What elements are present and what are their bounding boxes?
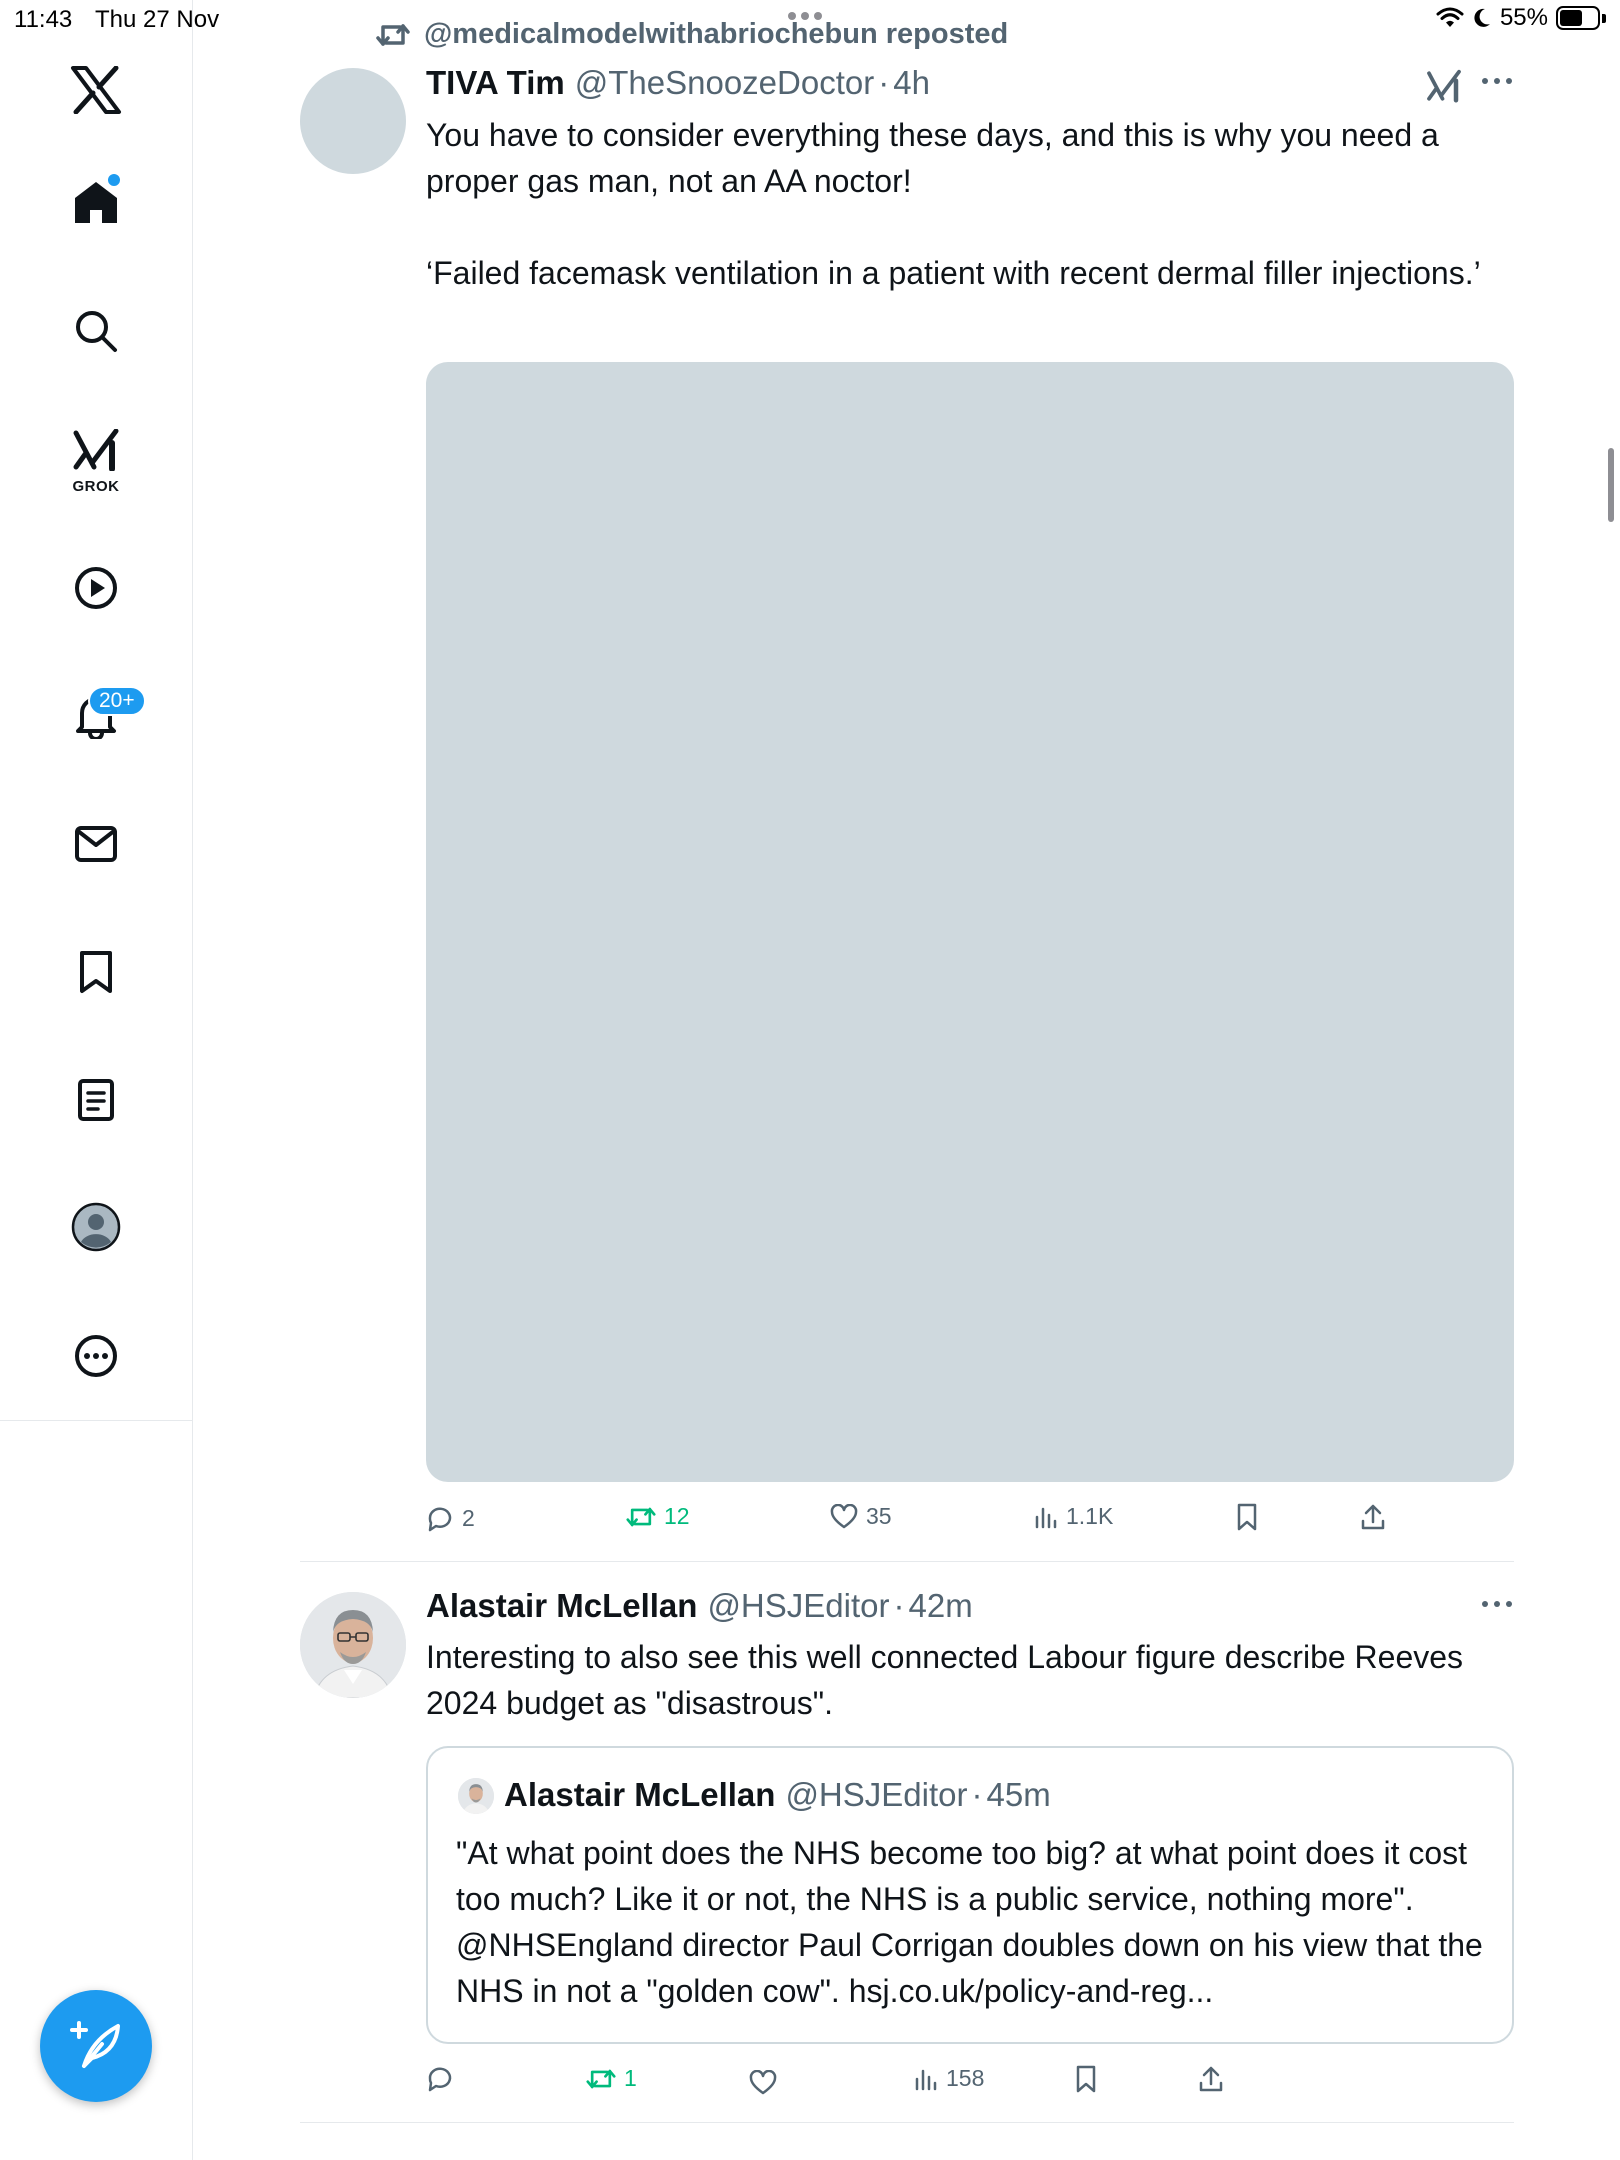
repost-label: @medicalmodelwithabriochebun reposted [424,18,1009,50]
repost-indicator[interactable]: @medicalmodelwithabriochebun reposted [376,18,1008,51]
battery-icon [1556,6,1600,30]
grok-post-icon[interactable] [1426,68,1462,104]
reply-count: 2 [462,1505,475,1531]
analytics-icon [915,2069,937,2090]
quote-author-handle: @HSJEditor [785,1776,968,1813]
repost-count: 12 [664,1503,690,1529]
feather-plus-icon [70,2021,120,2068]
repost-button[interactable]: 1 [586,2065,637,2092]
like-button[interactable] [749,2070,777,2096]
share-button[interactable] [1360,1503,1386,1531]
wifi-icon [1436,7,1464,27]
home-unread-dot [106,172,122,188]
view-count: 1.1K [1066,1503,1114,1529]
like-count: 35 [866,1503,892,1529]
repost-icon [626,1507,656,1526]
like-button[interactable]: 35 [830,1503,892,1530]
view-count: 158 [946,2065,985,2091]
reply-button[interactable] [426,2066,454,2092]
views-button[interactable]: 1.1K [1034,1503,1113,1530]
reply-button[interactable]: 2 [426,1505,475,1532]
grok-label: GROK [72,478,120,495]
quote-author-name: Alastair McLellan [504,1776,776,1813]
separator: · [971,1776,983,1813]
post-more-icon[interactable] [1481,76,1513,86]
share-icon [1199,2066,1223,2092]
x-logo[interactable] [70,66,122,114]
compose-button[interactable] [40,1990,152,2102]
post-header: TIVA Tim @TheSnoozeDoctor · 4h [426,64,930,102]
share-icon [1361,1504,1385,1530]
post-divider [300,2122,1514,2123]
scrollbar[interactable] [1608,448,1614,522]
battery-percent: 55% [1499,4,1548,31]
quote-text: "At what point does the NHS become too b… [456,1835,1483,2009]
analytics-icon [1035,1507,1057,1528]
post-text: You have to consider everything these da… [426,117,1439,199]
quote-time: 45m [986,1776,1051,1813]
status-indicators: 55% [1436,4,1606,32]
views-button[interactable]: 158 [914,2065,984,2092]
messages-icon[interactable] [74,825,118,863]
post-media[interactable] [426,362,1514,1482]
share-button[interactable] [1198,2065,1224,2093]
reply-icon [428,2067,452,2092]
author-name[interactable]: Alastair McLellan [426,1587,697,1625]
separator: · [878,64,890,101]
post-more-icon[interactable] [1481,1599,1513,1609]
lists-icon[interactable] [77,1078,115,1122]
post-time[interactable]: 4h [893,64,930,102]
repost-icon [376,23,410,46]
heart-icon [749,2070,777,2095]
post-divider [300,1561,1514,1562]
sidebar-divider [0,1420,192,1421]
separator: · [893,1587,905,1624]
author-handle[interactable]: @HSJEditor [707,1587,889,1625]
post-text: Interesting to also see this well connec… [426,1639,1464,1721]
grok-icon[interactable] [72,429,120,471]
bookmark-button[interactable] [1236,1503,1258,1531]
repost-icon [586,2069,616,2088]
avatar[interactable] [300,1592,406,1698]
bookmark-icon [1237,1503,1257,1531]
repost-button[interactable]: 12 [626,1503,690,1530]
post-text-quote: ‘Failed facemask ventilation in a patien… [426,255,1481,291]
heart-icon [830,1503,858,1528]
search-icon[interactable] [74,309,118,353]
avatar[interactable] [300,68,406,174]
notifications-badge: 20+ [88,686,146,716]
bookmark-icon [1076,2065,1096,2093]
post-header: Alastair McLellan @HSJEditor · 42m [426,1587,973,1625]
bookmarks-icon[interactable] [78,950,114,994]
video-icon[interactable] [73,565,119,611]
quote-header: Alastair McLellan @HSJEditor · 45m [504,1776,1051,1814]
repost-count: 1 [624,2065,637,2091]
quote-avatar [458,1778,494,1814]
reply-icon [428,1507,452,1531]
more-icon[interactable] [73,1333,119,1379]
profile-icon[interactable] [71,1202,121,1252]
author-handle[interactable]: @TheSnoozeDoctor [575,64,874,102]
bookmark-button[interactable] [1075,2065,1097,2093]
post-time[interactable]: 42m [909,1587,973,1625]
author-name[interactable]: TIVA Tim [426,64,565,102]
moon-icon [1474,8,1490,27]
